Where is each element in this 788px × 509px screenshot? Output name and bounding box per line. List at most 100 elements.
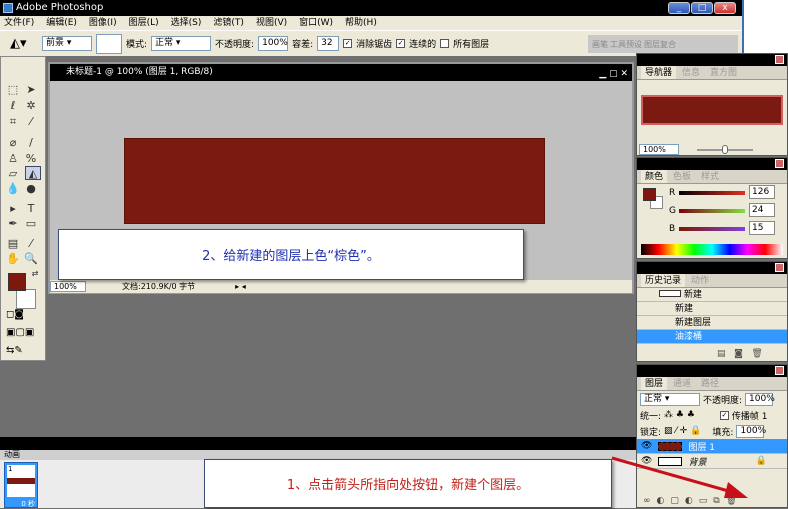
g-slider[interactable] xyxy=(679,209,745,213)
history-brush-icon[interactable]: % xyxy=(23,152,39,166)
history-item-selected[interactable]: 油漆桶 xyxy=(637,330,787,344)
status-menu-arrow-icon[interactable]: ▸ ◂ xyxy=(235,282,246,291)
tab-info[interactable]: 信息 xyxy=(678,66,704,79)
maximize-button[interactable]: □ xyxy=(691,2,713,14)
well-tab-tool-presets[interactable]: 工具预设 xyxy=(610,39,642,53)
r-value[interactable]: 126 xyxy=(749,185,775,199)
history-snapshot[interactable]: 新建 xyxy=(637,288,787,302)
stamp-tool-icon[interactable]: ♙ xyxy=(5,152,21,166)
dodge-tool-icon[interactable]: ● xyxy=(23,182,39,196)
tab-navigator[interactable]: 导航器 xyxy=(641,66,677,79)
screen-mode-icon[interactable]: ▣▢▣ xyxy=(6,327,42,339)
crop-tool-icon[interactable]: ⌗ xyxy=(5,115,21,129)
tab-actions[interactable]: 动作 xyxy=(687,274,713,287)
mode-select[interactable]: 正常 ▾ xyxy=(151,36,212,51)
document-info[interactable]: 文档:210.9K/0 字节 xyxy=(122,281,195,292)
tab-layers[interactable]: 图层 xyxy=(641,377,668,390)
color-spectrum-bar[interactable] xyxy=(641,244,783,255)
move-tool-icon[interactable]: ➤ xyxy=(23,83,39,97)
color-fg-swatch[interactable] xyxy=(643,188,656,201)
menu-file[interactable]: 文件(F) xyxy=(4,16,34,30)
blur-tool-icon[interactable]: 💧 xyxy=(5,182,21,196)
lock-icons[interactable]: ▨ ⁄ ✛ 🔒 xyxy=(664,426,701,436)
tab-histogram[interactable]: 直方图 xyxy=(706,66,741,79)
foreground-color-swatch[interactable] xyxy=(8,273,26,291)
document-window-controls[interactable]: ▁ ▢ ✕ xyxy=(599,66,628,83)
brush-tool-icon[interactable]: / xyxy=(23,136,39,150)
tab-paths[interactable]: 路径 xyxy=(697,377,723,390)
swap-colors-icon[interactable]: ⇄ xyxy=(27,267,43,281)
panel-close-icon[interactable] xyxy=(775,159,784,168)
panel-close-icon[interactable] xyxy=(775,366,784,375)
step-2-text: 2、给新建的图层上色“棕色”。 xyxy=(202,249,380,264)
magic-wand-icon[interactable]: ✲ xyxy=(23,99,39,113)
fill-source-select[interactable]: 前景 ▾ xyxy=(42,36,92,51)
type-tool-icon[interactable]: T xyxy=(23,202,39,216)
paint-bucket-icon[interactable]: ◭▾ xyxy=(10,36,38,51)
pattern-picker[interactable] xyxy=(96,33,122,54)
propagate-checkbox[interactable]: ✓ xyxy=(719,410,729,420)
history-item[interactable]: 新建 xyxy=(637,302,787,316)
unify-icons[interactable]: ⁂ ♣ ♣ xyxy=(664,410,695,420)
panel-close-icon[interactable] xyxy=(775,263,784,272)
zoom-tool-icon[interactable]: 🔍 xyxy=(23,252,39,266)
pen-tool-icon[interactable]: ✒ xyxy=(5,217,21,231)
menu-help[interactable]: 帮助(H) xyxy=(345,16,377,30)
menu-filter[interactable]: 滤镜(T) xyxy=(213,16,244,30)
menu-window[interactable]: 窗口(W) xyxy=(299,16,333,30)
options-bar: ◭▾ 前景 ▾ 模式: 正常 ▾ 不透明度: 100% 容差: 32 ✓ 消除锯齿… xyxy=(0,30,742,56)
paint-bucket-tool-icon[interactable]: ◭ xyxy=(25,166,41,180)
healing-brush-icon[interactable]: ⌀ xyxy=(5,136,21,150)
tab-history[interactable]: 历史记录 xyxy=(641,274,686,287)
zoom-field[interactable]: 100% xyxy=(50,281,86,292)
mode-value: 正常 xyxy=(155,38,174,48)
path-select-icon[interactable]: ▸ xyxy=(5,202,21,216)
notes-tool-icon[interactable]: ▤ xyxy=(5,237,21,251)
b-slider[interactable] xyxy=(679,227,745,231)
navigator-slider-thumb[interactable] xyxy=(722,145,728,154)
background-color-swatch[interactable] xyxy=(16,289,36,309)
lock-label: 锁定: xyxy=(640,427,662,438)
eyedropper-icon[interactable]: ⁄ xyxy=(23,237,39,251)
well-tab-layer-comps[interactable]: 图层复合 xyxy=(644,39,676,53)
blend-mode-select[interactable]: 正常 ▾ xyxy=(640,392,700,406)
eraser-tool-icon[interactable]: ▱ xyxy=(5,167,21,181)
menu-view[interactable]: 视图(V) xyxy=(256,16,287,30)
jump-to-imageready-icon[interactable]: ⇆✎ xyxy=(6,345,42,357)
r-slider[interactable] xyxy=(679,191,745,195)
history-item[interactable]: 新建图层 xyxy=(637,316,787,330)
history-footer-icons[interactable]: ▤ ◙ 🗑 xyxy=(717,349,763,359)
menu-select[interactable]: 选择(S) xyxy=(171,16,202,30)
well-tab-brushes[interactable]: 画笔 xyxy=(592,39,608,53)
tab-channels[interactable]: 通道 xyxy=(669,377,695,390)
lasso-tool-icon[interactable]: ℓ xyxy=(5,99,21,113)
antialias-checkbox[interactable]: ✓ xyxy=(343,39,353,48)
fill-input[interactable]: 100% xyxy=(736,424,766,438)
navigator-preview[interactable] xyxy=(641,95,783,125)
shape-tool-icon[interactable]: ▭ xyxy=(23,217,39,231)
quick-mask-icon[interactable]: ◻◙ xyxy=(6,309,36,321)
tolerance-input[interactable]: 32 xyxy=(317,36,340,51)
opacity-label: 不透明度: xyxy=(215,40,255,50)
g-value[interactable]: 24 xyxy=(749,203,775,217)
menu-edit[interactable]: 编辑(E) xyxy=(46,16,77,30)
menu-layer[interactable]: 图层(L) xyxy=(129,16,159,30)
navigator-zoom-field[interactable]: 100% xyxy=(639,144,679,155)
contiguous-checkbox[interactable]: ✓ xyxy=(396,39,406,48)
tab-styles[interactable]: 样式 xyxy=(697,170,723,183)
minimize-button[interactable]: _ xyxy=(668,2,690,14)
history-panel: 历史记录 动作 新建 新建 新建图层 油漆桶 ▤ ◙ 🗑 xyxy=(636,261,788,362)
tab-color[interactable]: 颜色 xyxy=(641,170,668,183)
slice-tool-icon[interactable]: ⁄ xyxy=(23,115,39,129)
marquee-tool-icon[interactable]: ⬚ xyxy=(5,83,21,97)
animation-frame[interactable]: 1 0 秒 xyxy=(4,462,38,508)
tab-swatches[interactable]: 色板 xyxy=(669,170,695,183)
menu-image[interactable]: 图像(I) xyxy=(89,16,117,30)
layer-opacity-input[interactable]: 100% xyxy=(745,392,775,406)
opacity-input[interactable]: 100% xyxy=(258,36,289,51)
hand-tool-icon[interactable]: ✋ xyxy=(5,252,21,266)
b-value[interactable]: 15 xyxy=(749,221,775,235)
panel-close-icon[interactable] xyxy=(775,55,784,64)
all-layers-checkbox[interactable] xyxy=(440,39,450,48)
close-button[interactable]: x xyxy=(714,2,736,14)
